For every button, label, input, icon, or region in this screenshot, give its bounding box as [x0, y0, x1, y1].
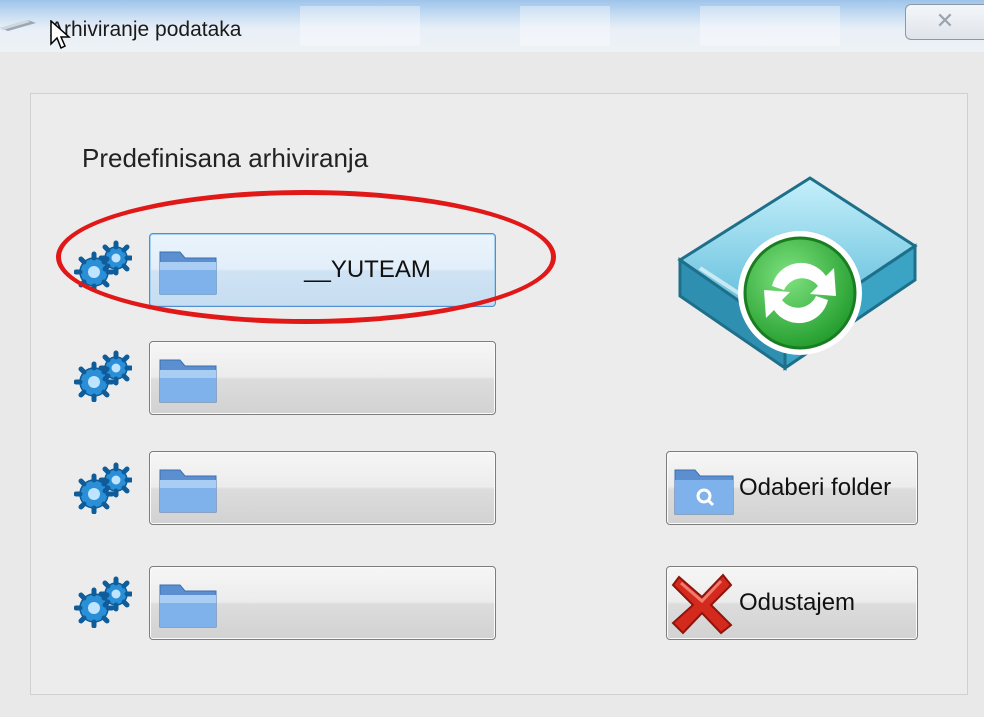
- window-titlebar[interactable]: Arhiviranje podataka ✕: [0, 0, 984, 52]
- cancel-button[interactable]: Odustajem: [666, 566, 918, 640]
- app-icon: [0, 20, 36, 31]
- choose-folder-button[interactable]: Odaberi folder: [666, 451, 918, 525]
- close-button[interactable]: ✕: [905, 4, 984, 40]
- titlebar-glare: [700, 6, 840, 46]
- window-title: Arhiviranje podataka: [50, 18, 242, 41]
- choose-folder-label: Odaberi folder: [739, 474, 892, 501]
- folder-icon: [159, 584, 217, 628]
- titlebar-glare: [300, 6, 420, 46]
- gears-icon: [74, 576, 132, 628]
- folder-icon: [159, 469, 217, 513]
- mouse-cursor-icon: [50, 20, 71, 50]
- folder-icon: [159, 251, 217, 295]
- section-label: Predefinisana arhiviranja: [82, 143, 369, 173]
- archive-sync-icon: [677, 176, 918, 371]
- cancel-label: Odustajem: [739, 589, 856, 616]
- folder-icon: [159, 359, 217, 403]
- archive-slot-button-3[interactable]: [149, 451, 496, 525]
- titlebar-glare: [520, 6, 610, 46]
- red-x-icon: [671, 573, 733, 635]
- gears-icon: [74, 462, 132, 514]
- archive-slot-button-2[interactable]: [149, 341, 496, 415]
- archive-slot-label: [250, 342, 485, 414]
- archive-slot-label: __YUTEAM: [304, 256, 431, 283]
- archive-slot-label: [250, 567, 485, 639]
- archive-slot-button-4[interactable]: [149, 566, 496, 640]
- archive-slot-button-1[interactable]: __YUTEAM: [149, 233, 496, 307]
- archive-slot-label: [250, 452, 485, 524]
- folder-search-icon: [674, 469, 734, 515]
- gears-icon: [74, 240, 132, 292]
- close-icon: ✕: [935, 8, 955, 33]
- gears-icon: [74, 350, 132, 402]
